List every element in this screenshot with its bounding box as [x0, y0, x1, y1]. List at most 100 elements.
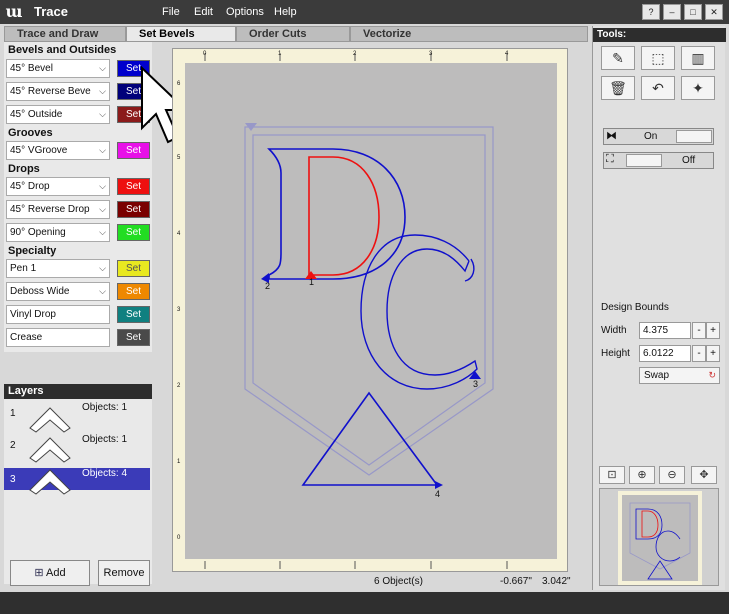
chevron-down-icon: ⌵ [99, 204, 106, 214]
zoom-pan-icon[interactable]: ✥ [691, 466, 717, 484]
set-button[interactable]: Set [117, 224, 150, 241]
section-bevels: Bevels and Outsides [8, 44, 117, 56]
menu-options[interactable]: Options [226, 6, 264, 18]
tab-set-bevels[interactable]: Set Bevels [126, 26, 236, 42]
specialty-row: Vinyl Drop Set [6, 305, 152, 324]
width-field[interactable]: 4.375 [639, 322, 691, 339]
trash-icon[interactable]: 🗑 [601, 76, 635, 100]
specialty-field[interactable]: Vinyl Drop [6, 305, 110, 324]
set-button[interactable]: Set [117, 260, 150, 277]
layer-number: 2 [10, 440, 16, 451]
ruler-label: 0 [203, 51, 207, 57]
layers-title: Layers [4, 384, 152, 399]
height-increment-button[interactable]: + [706, 345, 720, 362]
specialty-dropdown[interactable]: Deboss Wide ⌵ [6, 282, 110, 301]
ruler-label: 3 [429, 51, 433, 57]
width-increment-button[interactable]: + [706, 322, 720, 339]
close-button[interactable]: ✕ [705, 4, 723, 20]
groove-dropdown[interactable]: 45° VGroove ⌵ [6, 141, 110, 160]
bounds-icon: ⛶ [606, 153, 614, 165]
minimize-button[interactable]: – [663, 4, 681, 20]
overview-thumbnail[interactable] [599, 488, 719, 586]
toggle-state: On [644, 131, 658, 142]
height-label: Height [601, 348, 630, 359]
undo-icon[interactable]: ↶ [641, 76, 675, 100]
maximize-button[interactable]: □ [684, 4, 702, 20]
app-title: Trace [34, 4, 68, 19]
add-label: Add [46, 567, 66, 579]
set-button[interactable]: Set [117, 329, 150, 346]
design-canvas[interactable]: 0 1 2 3 4 6 5 4 3 2 1 0 1 2 3 4 [172, 48, 568, 572]
drop-dropdown[interactable]: 90° Opening ⌵ [6, 223, 110, 242]
bevel-panel: Bevels and Outsides 45° Bevel ⌵ Set 45° R… [4, 42, 152, 352]
menu-edit[interactable]: Edit [194, 6, 213, 18]
add-layer-button[interactable]: ⊞ Add [10, 560, 90, 586]
swap-button[interactable]: Swap ↻ [639, 367, 720, 384]
tools-title: Tools: [593, 28, 726, 42]
height-field[interactable]: 6.0122 [639, 345, 691, 362]
menu-help[interactable]: Help [274, 6, 297, 18]
set-button[interactable]: Set [117, 178, 150, 195]
bevel-dropdown[interactable]: 45° Reverse Beve ⌵ [6, 82, 110, 101]
zoom-fit-icon[interactable]: ⊡ [599, 466, 625, 484]
bevel-dropdown[interactable]: 45° Outside ⌵ [6, 105, 110, 124]
layer-item-selected[interactable]: 3 Objects: 4 [4, 468, 150, 495]
layer-objects: Objects: 1 [82, 402, 128, 413]
layer-item[interactable]: 1 Objects: 1 [4, 402, 150, 433]
tab-vectorize[interactable]: Vectorize [350, 26, 588, 42]
field-value: Crease [10, 332, 43, 343]
ruler-label: 1 [278, 51, 282, 57]
ruler-label: 5 [177, 155, 181, 161]
tab-trace-and-draw[interactable]: Trace and Draw [4, 26, 126, 42]
knife-icon[interactable]: ✎ [601, 46, 635, 70]
bevel-row: 45° Reverse Beve ⌵ Set [6, 82, 152, 101]
bounds-toggle[interactable]: ⛶ Off [603, 152, 714, 169]
dropdown-value: 45° Reverse Beve [10, 86, 91, 97]
bevel-row: 45° Bevel ⌵ Set [6, 59, 152, 78]
width-decrement-button[interactable]: - [692, 322, 706, 339]
ruler-label: 2 [177, 383, 181, 389]
specialty-row: Deboss Wide ⌵ Set [6, 282, 152, 301]
chevron-down-icon: ⌵ [99, 109, 106, 119]
layer-objects: Objects: 4 [82, 468, 128, 479]
ruler-label: 3 [177, 307, 181, 313]
mirror-toggle[interactable]: ⧓ On [603, 128, 714, 145]
chevron-up-icon [29, 469, 71, 495]
set-button[interactable]: Set [117, 283, 150, 300]
cursor-x: -0.667" [500, 576, 532, 587]
chevron-up-icon [29, 437, 71, 463]
set-button[interactable]: Set [117, 306, 150, 323]
remove-layer-button[interactable]: Remove [98, 560, 150, 586]
cursor-y: 3.042" [542, 576, 571, 587]
help-window-button[interactable]: ? [642, 4, 660, 20]
ruler-label: 6 [177, 81, 181, 87]
drop-dropdown[interactable]: 45° Drop ⌵ [6, 177, 110, 196]
dropdown-value: 45° VGroove [10, 145, 68, 156]
ruler-icon[interactable]: ▥ [681, 46, 715, 70]
canvas-drawing[interactable] [173, 49, 569, 573]
set-button[interactable]: Set [117, 201, 150, 218]
path-order-label: 1 [309, 277, 315, 287]
magic-select-icon[interactable]: ✦ [681, 76, 715, 100]
layer-number: 1 [10, 408, 16, 419]
tab-order-cuts[interactable]: Order Cuts [236, 26, 350, 42]
chevron-down-icon: ⌵ [99, 263, 106, 273]
drop-dropdown[interactable]: 45° Reverse Drop ⌵ [6, 200, 110, 219]
ruler-label: 2 [353, 51, 357, 57]
specialty-dropdown[interactable]: Pen 1 ⌵ [6, 259, 110, 278]
specialty-field[interactable]: Crease [6, 328, 110, 347]
design-bounds-title: Design Bounds [601, 302, 669, 313]
drop-row: 45° Reverse Drop ⌵ Set [6, 200, 152, 219]
chevron-down-icon: ⌵ [99, 286, 106, 296]
select-box-icon[interactable]: ⬚ [641, 46, 675, 70]
menu-file[interactable]: File [162, 6, 180, 18]
section-specialty: Specialty [8, 245, 57, 257]
chevron-down-icon: ⌵ [99, 63, 106, 73]
bevel-dropdown[interactable]: 45° Bevel ⌵ [6, 59, 110, 78]
field-value: Vinyl Drop [10, 309, 56, 320]
zoom-out-icon[interactable]: ⊖ [659, 466, 685, 484]
zoom-in-icon[interactable]: ⊕ [629, 466, 655, 484]
swap-icon: ↻ [708, 370, 716, 380]
height-decrement-button[interactable]: - [692, 345, 706, 362]
layer-item[interactable]: 2 Objects: 1 [4, 434, 150, 463]
